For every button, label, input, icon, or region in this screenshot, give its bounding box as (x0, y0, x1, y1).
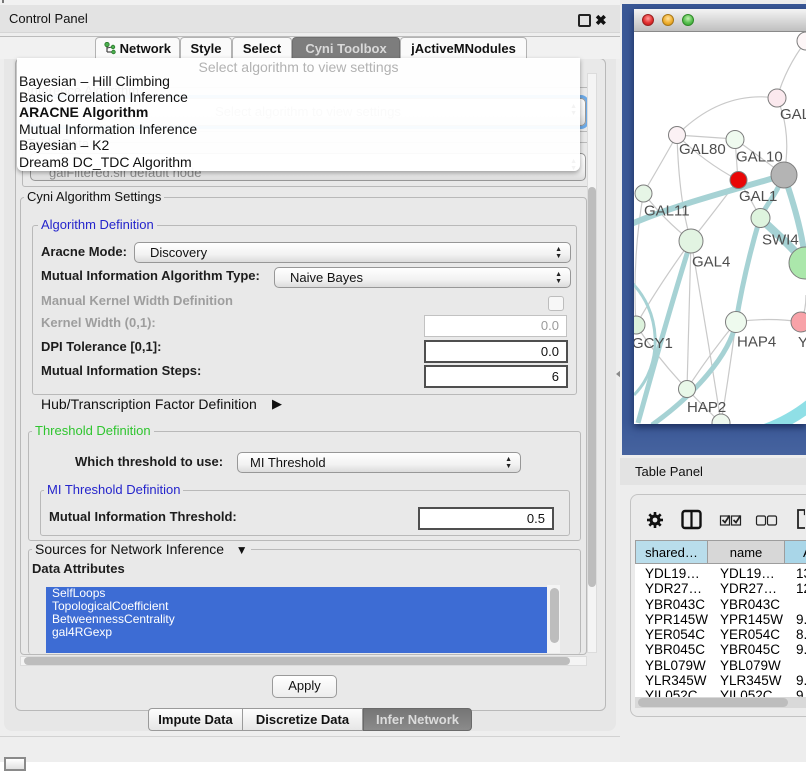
svg-text:GAL10: GAL10 (736, 149, 783, 166)
svg-text:HAP4: HAP4 (737, 334, 776, 351)
svg-text:GAL4: GAL4 (692, 254, 730, 271)
svg-text:GAL7: GAL7 (780, 106, 806, 123)
svg-text:HAP2: HAP2 (687, 399, 726, 416)
svg-text:GAL11: GAL11 (644, 203, 690, 220)
svg-text:GCY1: GCY1 (634, 335, 673, 352)
svg-text:YDR...: YDR... (798, 334, 806, 351)
svg-text:GAL1: GAL1 (739, 188, 777, 205)
svg-text:GAL80: GAL80 (679, 141, 726, 158)
svg-text:SWI4: SWI4 (762, 232, 799, 249)
